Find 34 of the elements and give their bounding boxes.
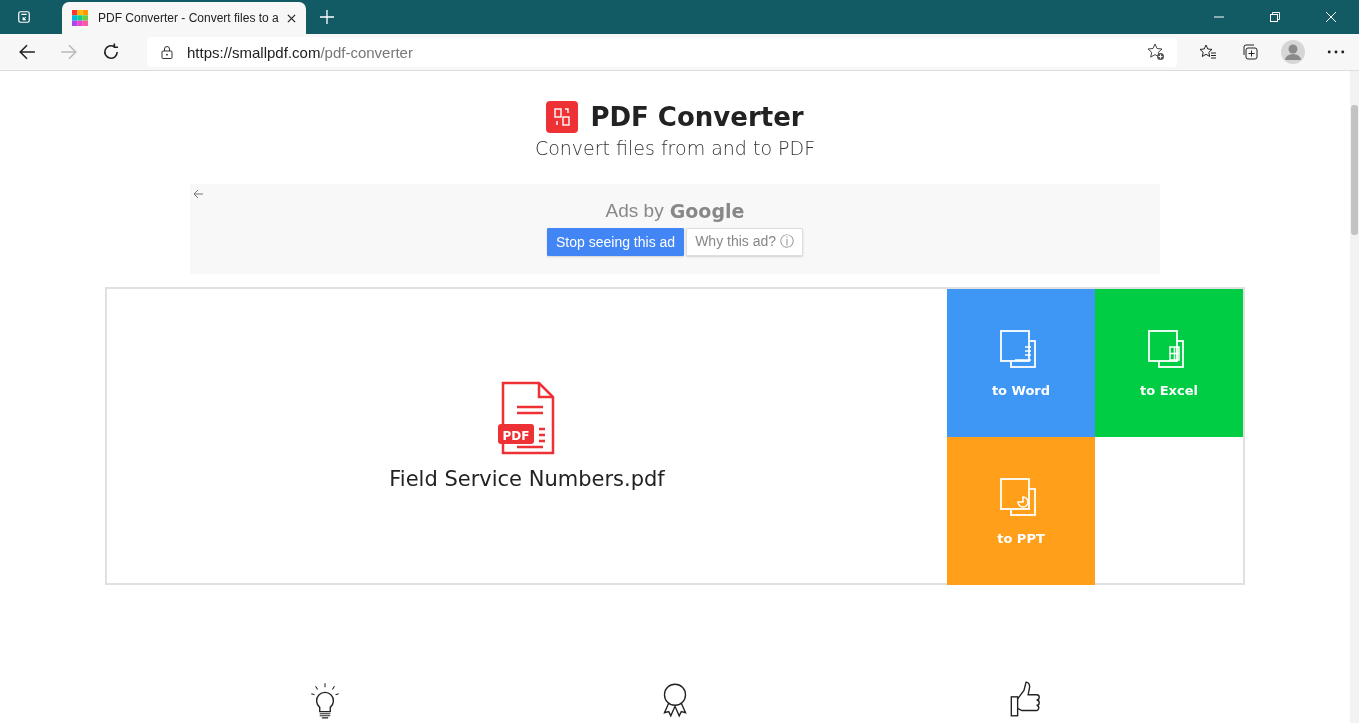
pdf-file-icon	[497, 381, 557, 455]
back-arrow-icon[interactable]	[193, 189, 203, 199]
scrollbar[interactable]	[1350, 71, 1359, 723]
favorites-icon[interactable]	[1199, 43, 1217, 61]
convert-option[interactable]: to Excel	[1095, 289, 1243, 437]
collections-icon[interactable]	[1241, 43, 1259, 61]
lightbulb-icon	[308, 680, 342, 720]
tab-actions-icon[interactable]	[17, 10, 31, 24]
page-subtitle: Convert files from and to PDF	[534, 137, 816, 159]
address-bar[interactable]: https://smallpdf.com/pdf-converter	[147, 37, 1177, 67]
profile-avatar-icon[interactable]	[1281, 40, 1305, 64]
back-icon[interactable]	[18, 43, 36, 61]
refresh-icon[interactable]	[102, 43, 120, 61]
why-ad-button[interactable]: Why this ad? ⓘ	[686, 228, 803, 256]
ads-label: Ads by	[605, 200, 664, 222]
stop-ad-button[interactable]: Stop seeing this ad	[547, 228, 685, 256]
close-tab-icon[interactable]	[287, 13, 296, 23]
pdf-label: PDF	[501, 429, 531, 443]
close-icon[interactable]	[1326, 12, 1336, 22]
browser-tab[interactable]: PDF Converter - Convert files to a	[62, 2, 306, 34]
convert-logo-icon	[546, 101, 579, 133]
page-title: PDF Converter	[590, 102, 804, 132]
restore-icon[interactable]	[1270, 12, 1280, 22]
add-favorite-icon[interactable]	[1147, 43, 1165, 61]
convert-option[interactable]: to Word	[947, 289, 1095, 437]
tab-title: PDF Converter - Convert files to a	[98, 11, 279, 25]
app-logo-icon	[72, 10, 88, 26]
ads-brand: Google	[669, 200, 745, 222]
url-text: https://smallpdf.com/pdf-converter	[187, 43, 413, 61]
convert-option[interactable]: to PPT	[947, 437, 1095, 585]
file-name: Field Service Numbers.pdf	[389, 467, 665, 491]
new-tab-icon[interactable]	[320, 10, 334, 24]
lock-icon	[161, 45, 173, 59]
scrollbar-thumb[interactable]	[1351, 105, 1358, 235]
